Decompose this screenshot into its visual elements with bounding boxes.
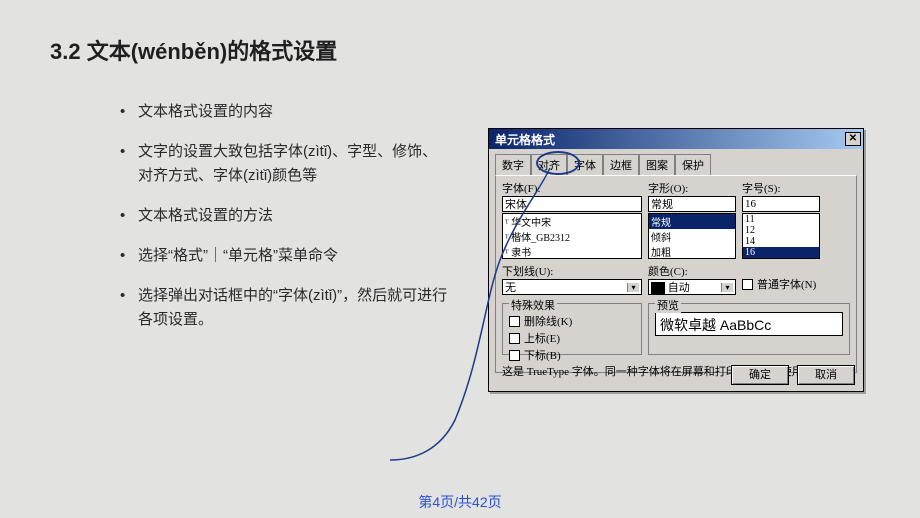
font-listbox[interactable]: ᵀ 华文中宋 ᵀ 楷体_GB2312 ᵀ 隶书 ᵀ 宋体 xyxy=(502,213,642,259)
font-label: 字体(F): xyxy=(502,180,642,196)
underline-value: 无 xyxy=(505,279,516,295)
cancel-button[interactable]: 取消 xyxy=(797,365,855,385)
style-label: 字形(O): xyxy=(648,180,736,196)
font-value: 宋体 xyxy=(505,196,527,212)
preview-box: 微软卓越 AaBbCc xyxy=(655,312,843,336)
page-footer: 第4页/共42页 xyxy=(0,492,920,512)
size-value: 16 xyxy=(745,198,756,210)
tab-protect[interactable]: 保护 xyxy=(675,154,711,176)
tab-pattern[interactable]: 图案 xyxy=(639,154,675,176)
effects-title: 特殊效果 xyxy=(509,297,557,313)
cell-format-dialog: 单元格格式 ✕ 数字 对齐 字体 边框 图案 保护 字体(F): 字形(O): … xyxy=(488,128,864,392)
section-heading: 3.2 文本(wénběn)的格式设置 xyxy=(50,34,337,66)
style-value: 常规 xyxy=(651,196,673,212)
color-combo[interactable]: 自动 ▾ xyxy=(648,279,736,295)
size-label: 字号(S): xyxy=(742,180,820,196)
superscript-checkbox[interactable]: 上标(E) xyxy=(509,330,635,346)
list-item[interactable]: 14 xyxy=(743,236,819,247)
tab-pane-font: 字体(F): 字形(O): 字号(S): 宋体 常规 16 ᵀ 华文中宋 ᵀ 楷… xyxy=(495,175,857,373)
bullet-item: 选择“格式”｜“单元格”菜单命令 xyxy=(120,244,450,268)
bullet-item: 文本格式设置的方法 xyxy=(120,204,450,228)
tab-number[interactable]: 数字 xyxy=(495,154,531,176)
chevron-down-icon[interactable]: ▾ xyxy=(721,283,733,292)
color-swatch-icon xyxy=(651,282,665,294)
color-label: 颜色(C): xyxy=(648,263,736,279)
ok-button[interactable]: 确定 xyxy=(731,365,789,385)
checkbox-icon xyxy=(509,333,520,344)
list-item[interactable]: ᵀ 华文中宋 xyxy=(503,214,641,229)
list-item[interactable]: 加粗 xyxy=(649,244,735,259)
list-item[interactable]: 常规 xyxy=(649,214,735,229)
list-item[interactable]: ᵀ 楷体_GB2312 xyxy=(503,229,641,244)
dialog-titlebar[interactable]: 单元格格式 ✕ xyxy=(489,129,863,149)
normal-font-label: 普通字体(N) xyxy=(757,276,816,292)
strikethrough-checkbox[interactable]: 删除线(K) xyxy=(509,313,635,329)
close-icon[interactable]: ✕ xyxy=(845,132,861,146)
style-listbox[interactable]: 常规 倾斜 加粗 加粗 倾斜 xyxy=(648,213,736,259)
style-combo[interactable]: 常规 xyxy=(648,196,736,212)
preview-group: 预览 微软卓越 AaBbCc xyxy=(648,303,850,355)
bullet-item: 选择弹出对话框中的“字体(zìtǐ)”，然后就可进行各项设置。 xyxy=(120,284,450,332)
checkbox-icon xyxy=(742,279,753,290)
tab-font[interactable]: 字体 xyxy=(567,154,603,176)
underline-combo[interactable]: 无 ▾ xyxy=(502,279,642,295)
list-item[interactable]: ᵀ 隶书 xyxy=(503,244,641,259)
effects-group: 特殊效果 删除线(K) 上标(E) 下标(B) xyxy=(502,303,642,355)
size-listbox[interactable]: 11 12 14 16 xyxy=(742,213,820,259)
list-item[interactable]: 12 xyxy=(743,225,819,236)
color-value: 自动 xyxy=(668,282,690,294)
checkbox-icon xyxy=(509,316,520,327)
checkbox-icon xyxy=(509,350,520,361)
tab-border[interactable]: 边框 xyxy=(603,154,639,176)
bullet-list: 文本格式设置的内容 文字的设置大致包括字体(zìtǐ)、字型、修饰、对齐方式、字… xyxy=(120,100,450,348)
list-item[interactable]: 11 xyxy=(743,214,819,225)
dialog-tabs: 数字 对齐 字体 边框 图案 保护 xyxy=(489,149,863,175)
bullet-item: 文字的设置大致包括字体(zìtǐ)、字型、修饰、对齐方式、字体(zìtǐ)颜色等 xyxy=(120,140,450,188)
subscript-checkbox[interactable]: 下标(B) xyxy=(509,347,635,363)
chevron-down-icon[interactable]: ▾ xyxy=(627,283,639,292)
tab-align[interactable]: 对齐 xyxy=(531,154,567,176)
list-item[interactable]: 倾斜 xyxy=(649,229,735,244)
dialog-title: 单元格格式 xyxy=(495,131,555,148)
underline-label: 下划线(U): xyxy=(502,263,642,279)
font-combo[interactable]: 宋体 xyxy=(502,196,642,212)
list-item[interactable]: 16 xyxy=(743,247,819,258)
bullet-item: 文本格式设置的内容 xyxy=(120,100,450,124)
preview-title: 预览 xyxy=(655,297,681,313)
size-combo[interactable]: 16 xyxy=(742,196,820,212)
normal-font-checkbox[interactable]: 普通字体(N) xyxy=(742,276,842,292)
